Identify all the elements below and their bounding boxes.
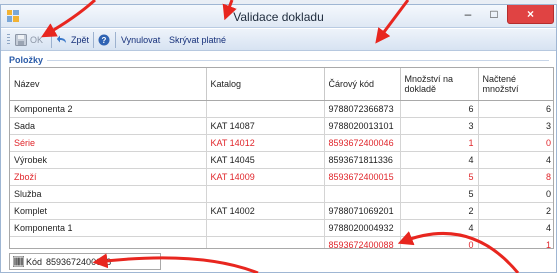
grid-body: Komponenta 2 9788072366873 6 6 Sada KAT 14087… [10,100,553,248]
column-header-qty-read[interactable]: Načtené množství [478,68,553,101]
cell-qty-document[interactable]: 5 [400,168,479,186]
toolbar: OK Zpět ? Vynulovat Skrývat platné [1,29,556,51]
cell-qty-read[interactable]: 8 [478,168,553,186]
table-row[interactable]: Komplet KAT 14002 9788071069201 2 2 [10,202,553,220]
cell-qty-document[interactable]: 4 [400,219,479,237]
cell-name[interactable]: Služba [10,185,207,203]
barcode-label: Kód [26,256,43,267]
toolbar-separator [115,32,116,48]
table-row[interactable]: Sada KAT 14087 9788020013101 3 3 [10,117,553,135]
cell-qty-document[interactable]: 3 [400,117,479,135]
cell-qty-read[interactable]: 2 [478,202,553,220]
table-row[interactable]: Komponenta 2 9788072366873 6 6 [10,100,553,118]
table-row[interactable]: 8593672400088 0 1 [10,236,553,248]
cell-qty-document[interactable]: 0 [400,236,479,248]
cell-qty-read[interactable]: 3 [478,117,553,135]
cell-catalog[interactable]: KAT 14045 [206,151,325,169]
cell-name[interactable]: Sada [10,117,207,135]
cell-name[interactable]: Komponenta 2 [10,100,207,118]
cell-barcode[interactable]: 8593672400046 [324,134,401,152]
cell-catalog[interactable] [206,100,325,118]
validation-dialog: Validace dokladu – □ × OK Zpět ? Vynulov… [0,4,557,273]
reset-button[interactable]: Vynulovat [121,32,160,48]
back-button[interactable]: Zpět [56,32,89,48]
maximize-button[interactable]: □ [481,5,507,24]
help-button[interactable]: ? [98,32,110,48]
minimize-button[interactable]: – [455,5,481,24]
column-header-name[interactable]: Název [10,68,207,101]
cell-catalog[interactable]: KAT 14012 [206,134,325,152]
cell-barcode[interactable]: 8593672400015 [324,168,401,186]
cell-catalog[interactable]: KAT 14009 [206,168,325,186]
cell-barcode[interactable]: 9788071069201 [324,202,401,220]
cell-catalog[interactable] [206,219,325,237]
cell-name[interactable]: Komplet [10,202,207,220]
cell-qty-document[interactable]: 4 [400,151,479,169]
column-header-barcode[interactable]: Čárový kód [324,68,401,101]
cell-qty-read[interactable]: 0 [478,185,553,203]
cell-qty-read[interactable]: 0 [478,134,553,152]
cell-name[interactable]: Série [10,134,207,152]
table-row[interactable]: Komponenta 1 9788020004932 4 4 [10,219,553,237]
cell-barcode[interactable]: 8593671811336 [324,151,401,169]
cell-barcode[interactable]: 9788020013101 [324,117,401,135]
column-header-qty-document[interactable]: Množství na dokladě [400,68,479,101]
cell-qty-read[interactable]: 4 [478,219,553,237]
cell-qty-read[interactable]: 4 [478,151,553,169]
cell-name[interactable]: Komponenta 1 [10,219,207,237]
help-icon: ? [98,34,110,46]
grid-header-row: Název Katalog Čárový kód Množství na dok… [10,68,553,101]
table-row[interactable]: Služba 5 0 [10,185,553,203]
cell-qty-document[interactable]: 5 [400,185,479,203]
items-grid[interactable]: Název Katalog Čárový kód Množství na dok… [9,67,554,249]
title-bar[interactable]: Validace dokladu – □ × [1,5,556,28]
cell-name[interactable]: Zboží [10,168,207,186]
barcode-value[interactable]: 8593672400088 [46,257,111,267]
svg-text:?: ? [102,36,107,45]
cell-qty-document[interactable]: 6 [400,100,479,118]
cell-name[interactable]: Výrobek [10,151,207,169]
table-row[interactable]: Zboží KAT 14009 8593672400015 5 8 [10,168,553,186]
save-icon [15,34,27,46]
cell-catalog[interactable] [206,185,325,203]
cell-catalog[interactable]: KAT 14002 [206,202,325,220]
cell-barcode[interactable]: 9788072366873 [324,100,401,118]
back-arrow-icon [56,35,66,43]
group-divider [47,60,549,61]
toolbar-grip[interactable] [7,34,10,46]
table-row[interactable]: Výrobek KAT 14045 8593671811336 4 4 [10,151,553,169]
column-header-catalog[interactable]: Katalog [206,68,325,101]
toolbar-separator [51,32,52,48]
close-button[interactable]: × [507,5,554,24]
cell-barcode[interactable]: 9788020004932 [324,219,401,237]
cell-name[interactable] [10,236,207,248]
table-row[interactable]: Série KAT 14012 8593672400046 1 0 [10,134,553,152]
back-label: Zpět [71,35,90,45]
cell-catalog[interactable] [206,236,325,248]
barcode-status-bar: Kód 8593672400088 [9,253,161,270]
toolbar-separator [93,32,94,48]
cell-qty-read[interactable]: 1 [478,236,553,248]
barcode-icon [13,256,24,267]
hide-valid-toggle[interactable]: Skrývat platné [169,32,226,48]
cell-catalog[interactable]: KAT 14087 [206,117,325,135]
items-group-label: Položky [9,55,44,65]
cell-barcode[interactable] [324,185,401,203]
cell-barcode[interactable]: 8593672400088 [324,236,401,248]
cell-qty-document[interactable]: 2 [400,202,479,220]
ok-button[interactable]: OK [15,32,43,48]
cell-qty-read[interactable]: 6 [478,100,553,118]
ok-label: OK [30,35,44,45]
cell-qty-document[interactable]: 1 [400,134,479,152]
